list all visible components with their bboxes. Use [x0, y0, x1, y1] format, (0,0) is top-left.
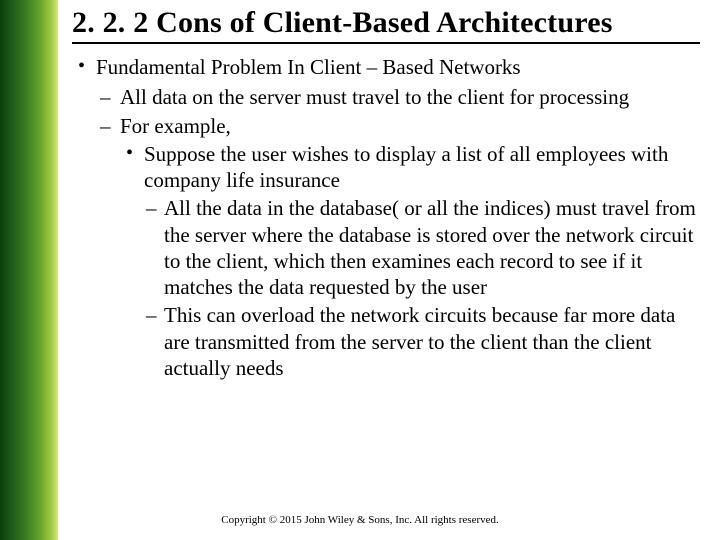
bullet-text: This can overload the network circuits b… — [164, 303, 675, 380]
bullet-text: Suppose the user wishes to display a lis… — [144, 142, 668, 192]
list-item: All data on the server must travel to th… — [96, 84, 700, 110]
copyright-footer: Copyright © 2015 John Wiley & Sons, Inc.… — [0, 514, 720, 526]
decorative-sidebar — [0, 0, 58, 540]
bullet-list: Fundamental Problem In Client – Based Ne… — [72, 54, 700, 381]
bullet-text: All data on the server must travel to th… — [120, 85, 629, 109]
slide-content: 2. 2. 2 Cons of Client-Based Architectur… — [72, 6, 700, 385]
list-item: Suppose the user wishes to display a lis… — [120, 141, 700, 381]
list-item: All the data in the database( or all the… — [144, 195, 700, 300]
bullet-text: Fundamental Problem In Client – Based Ne… — [96, 55, 521, 79]
list-item: Fundamental Problem In Client – Based Ne… — [72, 54, 700, 381]
bullet-text: For example, — [120, 114, 231, 138]
list-item: For example, Suppose the user wishes to … — [96, 113, 700, 382]
list-item: This can overload the network circuits b… — [144, 302, 700, 381]
bullet-text: All the data in the database( or all the… — [164, 196, 696, 299]
slide-title: 2. 2. 2 Cons of Client-Based Architectur… — [72, 6, 700, 44]
